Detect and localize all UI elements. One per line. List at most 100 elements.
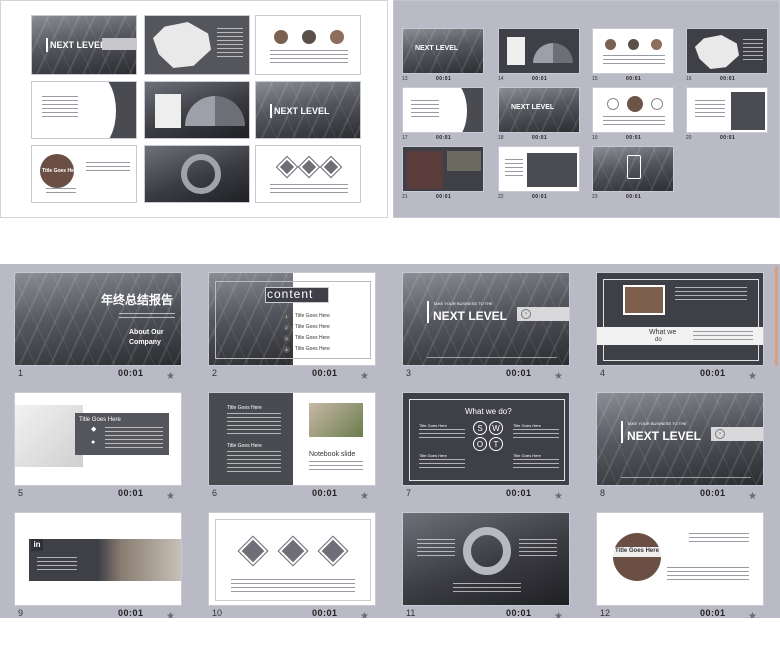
slide-timing: 00:01 bbox=[118, 608, 144, 618]
photo-circle bbox=[330, 30, 344, 44]
do-text: do bbox=[655, 337, 662, 343]
slide-3[interactable]: TAKE YOUR BUSINESS TO THE NEXT LEVEL › bbox=[402, 272, 570, 366]
slide-number: 5 bbox=[18, 488, 24, 498]
preview-slide-three-circles[interactable] bbox=[255, 15, 361, 75]
footer-line bbox=[621, 477, 751, 478]
slide-timing: 00:01 bbox=[720, 76, 736, 82]
photo-block bbox=[15, 405, 83, 467]
slide-title-a: Title Goes Here bbox=[227, 405, 262, 411]
text-lines bbox=[86, 162, 130, 172]
slide-timing: 00:01 bbox=[312, 368, 338, 378]
text-lines bbox=[453, 583, 521, 593]
photo-circle bbox=[613, 533, 661, 581]
slide-number: 10 bbox=[212, 608, 223, 618]
next-level-title: NEXT LEVEL bbox=[627, 429, 702, 443]
sorter-slide-19[interactable] bbox=[592, 87, 674, 133]
diamond-shape bbox=[297, 155, 321, 179]
item-title-2: Title Goes Here bbox=[295, 324, 330, 330]
animation-star-icon[interactable]: ★ bbox=[554, 612, 563, 619]
animation-star-icon[interactable]: ★ bbox=[166, 492, 175, 502]
swot-item-2: Title Goes Here bbox=[513, 423, 541, 428]
text-lines bbox=[270, 50, 348, 64]
text-lines bbox=[227, 413, 281, 437]
item-number-2: 2 bbox=[283, 324, 290, 331]
preview-slide-half-circle[interactable] bbox=[31, 81, 137, 139]
text-lines bbox=[309, 461, 363, 473]
animation-star-icon[interactable]: ★ bbox=[166, 612, 175, 619]
preview-slide-diamonds[interactable] bbox=[255, 145, 361, 203]
photo-block bbox=[447, 151, 481, 171]
slide-number: 16 bbox=[686, 76, 692, 82]
next-level-title: NEXT LEVEL bbox=[274, 106, 330, 116]
phone-outline bbox=[627, 155, 641, 179]
animation-star-icon[interactable]: ★ bbox=[360, 372, 369, 382]
text-lines bbox=[217, 28, 243, 58]
slide-6[interactable]: Title Goes Here Title Goes Here Notebook… bbox=[208, 392, 376, 486]
accent-bar bbox=[46, 38, 48, 52]
sorter-slide-18[interactable]: NEXT LEVEL bbox=[498, 87, 580, 133]
arrow-right-icon: › bbox=[715, 429, 725, 439]
diamond-shape bbox=[275, 155, 299, 179]
animation-star-icon[interactable]: ★ bbox=[360, 492, 369, 502]
animation-star-icon[interactable]: ★ bbox=[554, 372, 563, 382]
divider-gap bbox=[0, 218, 780, 264]
next-level-title: NEXT LEVEL bbox=[415, 45, 459, 52]
slide-12[interactable]: Title Goes Here bbox=[596, 512, 764, 606]
slide-7[interactable]: What we do? S W O T Title Goes Here Titl… bbox=[402, 392, 570, 486]
slide-8[interactable]: TAKE YOUR BUSINESS TO THE NEXT LEVEL › bbox=[596, 392, 764, 486]
preview-slide-ring-chart[interactable] bbox=[144, 145, 250, 203]
slide-2[interactable]: content 1 Title Goes Here 2 Title Goes H… bbox=[208, 272, 376, 366]
slide-number: 18 bbox=[498, 135, 504, 141]
slide-10[interactable] bbox=[208, 512, 376, 606]
slide-number: 23 bbox=[592, 194, 598, 200]
preview-slide-semicircle[interactable] bbox=[144, 81, 250, 139]
arrow-right-icon: › bbox=[521, 309, 531, 319]
slide-11[interactable] bbox=[402, 512, 570, 606]
animation-star-icon[interactable]: ★ bbox=[554, 492, 563, 502]
sorter-slide-17[interactable] bbox=[402, 87, 484, 133]
diamond-icon: ◆ bbox=[91, 426, 97, 433]
text-lines bbox=[743, 39, 763, 63]
preview-slide-next-level-2[interactable]: NEXT LEVEL bbox=[255, 81, 361, 139]
slide-9[interactable]: in bbox=[14, 512, 182, 606]
preview-slide-map[interactable] bbox=[144, 15, 250, 75]
animation-star-icon[interactable]: ★ bbox=[748, 612, 757, 619]
slide-timing: 00:01 bbox=[506, 488, 532, 498]
animation-star-icon[interactable]: ★ bbox=[748, 492, 757, 502]
sorter-slide-16[interactable] bbox=[686, 28, 768, 74]
slide-1[interactable]: 年终总结报告 About Our Company bbox=[14, 272, 182, 366]
sorter-slide-14[interactable] bbox=[498, 28, 580, 74]
sorter-slide-13[interactable]: NEXT LEVEL bbox=[402, 28, 484, 74]
sorter-slide-20[interactable] bbox=[686, 87, 768, 133]
slide-number: 14 bbox=[498, 76, 504, 82]
slide-number: 12 bbox=[600, 608, 611, 618]
photo-circle bbox=[651, 39, 662, 50]
slide-number: 3 bbox=[406, 368, 412, 378]
vertical-scrollbar[interactable] bbox=[775, 266, 778, 366]
accent-bar bbox=[427, 301, 429, 323]
sorter-slide-15[interactable] bbox=[592, 28, 674, 74]
slide-timing: 00:01 bbox=[720, 135, 736, 141]
tagline: TAKE YOUR BUSINESS TO THE bbox=[627, 421, 687, 426]
china-map-shape bbox=[153, 22, 211, 68]
swot-item-1: Title Goes Here bbox=[419, 423, 447, 428]
animation-star-icon[interactable]: ★ bbox=[360, 612, 369, 619]
preview-slide-title-circle[interactable]: Title Goes Here bbox=[31, 145, 137, 203]
item-title-1: Title Goes Here bbox=[295, 313, 330, 319]
white-card bbox=[507, 37, 525, 65]
animation-star-icon[interactable]: ★ bbox=[166, 372, 175, 382]
sorter-slide-22[interactable] bbox=[498, 146, 580, 192]
animation-star-icon[interactable]: ★ bbox=[748, 372, 757, 382]
sorter-slide-21[interactable] bbox=[402, 146, 484, 192]
preview-slide-next-level[interactable]: NEXT LEVEL bbox=[31, 15, 137, 75]
photo-block bbox=[731, 92, 765, 130]
text-lines bbox=[603, 55, 665, 65]
what-we-text: What we bbox=[649, 329, 677, 336]
sorter-slide-23[interactable] bbox=[592, 146, 674, 192]
slide-5[interactable]: Title Goes Here ◆ ● bbox=[14, 392, 182, 486]
slide-4[interactable]: What we do bbox=[596, 272, 764, 366]
slide-timing: 00:01 bbox=[700, 488, 726, 498]
tagline: TAKE YOUR BUSINESS TO THE bbox=[433, 301, 493, 306]
slide-number: 11 bbox=[406, 608, 416, 618]
slide-timing: 00:01 bbox=[532, 76, 548, 82]
